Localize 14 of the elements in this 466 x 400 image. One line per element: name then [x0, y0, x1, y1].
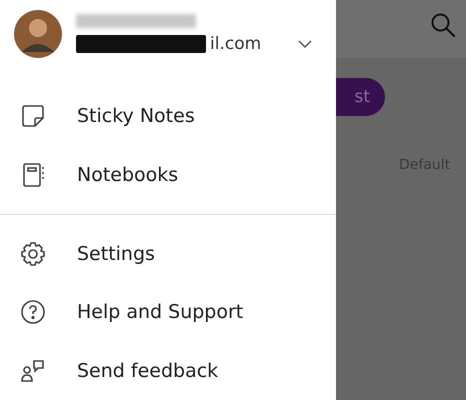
- menu-item[interactable]: Help and Support: [77, 301, 244, 324]
- avatar[interactable]: [14, 10, 62, 58]
- menu-item[interactable]: Notebooks: [77, 164, 178, 186]
- menu-item[interactable]: Sticky Notes: [77, 105, 195, 128]
- sticky-note-icon[interactable]: [20, 103, 46, 130]
- help-icon[interactable]: [20, 299, 46, 326]
- feedback-icon[interactable]: [20, 358, 46, 384]
- menu-item[interactable]: Settings: [77, 242, 155, 265]
- menu-item[interactable]: Send feedback: [77, 360, 218, 382]
- account-email: il.com: [210, 34, 262, 54]
- chevron-icon[interactable]: [298, 40, 312, 48]
- notebook-icon[interactable]: [20, 162, 46, 188]
- settings-icon[interactable]: [20, 240, 46, 267]
- search-icon[interactable]: [430, 12, 456, 38]
